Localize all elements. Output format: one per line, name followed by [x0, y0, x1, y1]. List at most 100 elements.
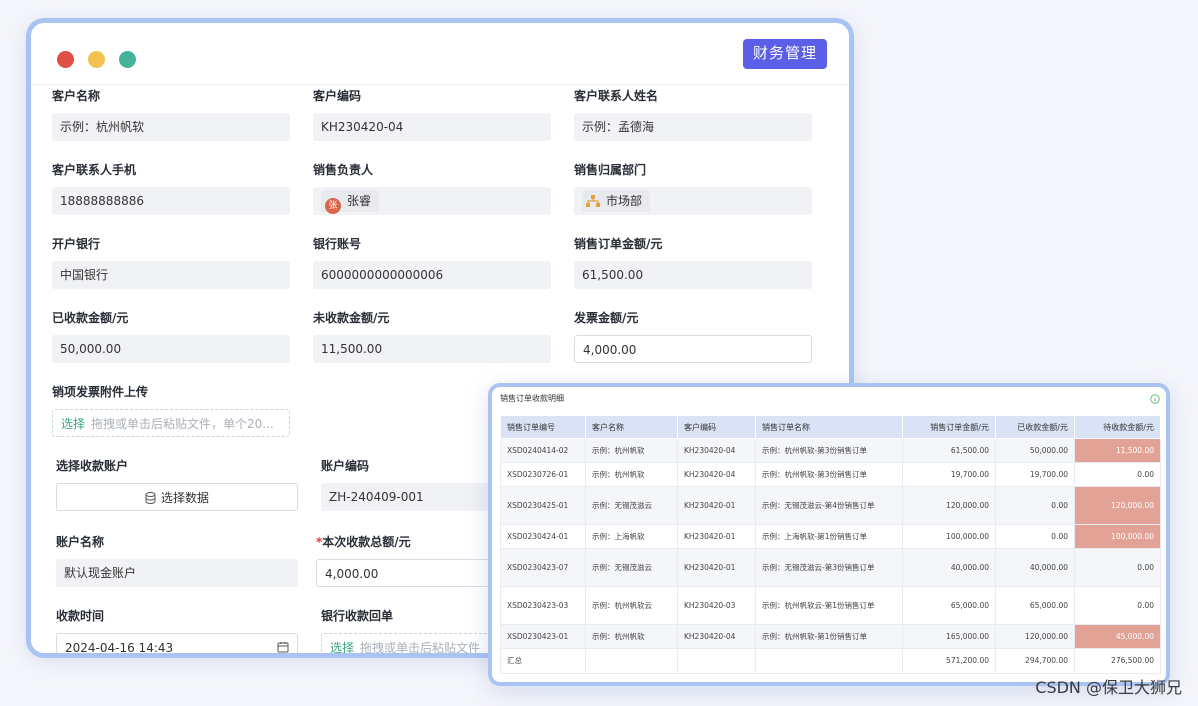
table-cell: 示例：杭州帆软云-第1份销售订单	[755, 586, 903, 625]
table-cell: 165,000.00	[902, 624, 996, 649]
table-cell: 19,700.00	[902, 462, 996, 487]
table-cell: 示例：杭州帆软-第3份销售订单	[755, 438, 903, 463]
table-cell: 120,000.00	[995, 624, 1075, 649]
minimize-window-button[interactable]	[88, 51, 105, 68]
table-row[interactable]: XSD0230425-01 示例：无锡茂滋云 KH230420-01 示例：无锡茂滋云…	[500, 486, 1161, 525]
table-body: XSD0240414-02 示例：杭州帆软 KH230420-04 示例：杭州帆软-第…	[500, 438, 1161, 674]
invoice-upload-dropzone[interactable]: 选择 拖拽或单击后粘贴文件，单个20...	[52, 409, 290, 437]
select-file-link[interactable]: 选择	[61, 417, 85, 431]
table-window-title: 销售订单收款明细	[492, 387, 1166, 413]
dept-tag-label: 市场部	[606, 194, 643, 208]
table-cell: 0.00	[1074, 548, 1161, 587]
avatar: 张	[325, 198, 341, 214]
table-row[interactable]: XSD0230423-07 示例：无锡茂滋云 KH230420-01 示例：无锡茂滋云…	[500, 548, 1161, 587]
bank-field: 开户银行 中国银行	[52, 235, 290, 289]
receive-time-field: 收款时间 2024-04-16 14:43	[56, 607, 298, 653]
table-cell: 示例：杭州帆软云	[585, 586, 678, 625]
table-cell: KH230420-04	[677, 462, 756, 487]
column-header[interactable]: 客户编码	[677, 415, 756, 439]
total-cell	[677, 648, 756, 674]
table-cell: KH230420-04	[677, 438, 756, 463]
table-total-row: 汇总 571,200.00 294,700.00 276,500.00	[500, 648, 1161, 674]
column-header[interactable]: 已收款金额/元	[995, 415, 1075, 439]
field-label: 选择收款账户	[56, 459, 129, 473]
column-header[interactable]: 销售订单金额/元	[902, 415, 996, 439]
table-row[interactable]: XSD0230423-01 示例：杭州帆软 KH230420-04 示例：杭州帆软-第…	[500, 624, 1161, 649]
order-receipt-detail-window: 销售订单收款明细 销售订单编号 客户名称 客户编码 销售订单名称 销售订单金额/元 已收款…	[488, 383, 1170, 686]
contact-phone-field: 客户联系人手机 18888888886	[52, 161, 290, 215]
field-label: 账户名称	[56, 535, 105, 549]
user-tag-label: 张睿	[347, 194, 372, 208]
table-cell: 65,000.00	[902, 586, 996, 625]
unreceived-amount-field: 未收款金额/元 11,500.00	[313, 309, 551, 363]
contact-phone-value: 18888888886	[52, 187, 290, 215]
invoice-amount-field: 发票金额/元 4,000.00	[574, 309, 812, 363]
table-cell: 40,000.00	[995, 548, 1075, 587]
table-cell: 100,000.00	[1074, 524, 1161, 549]
total-cell: 汇总	[500, 648, 586, 674]
table-cell: 120,000.00	[1074, 486, 1161, 525]
column-header[interactable]: 销售订单编号	[500, 415, 586, 439]
close-window-button[interactable]	[57, 51, 74, 68]
table-cell: XSD0240414-02	[500, 438, 586, 463]
select-data-label: 选择数据	[160, 491, 209, 505]
maximize-window-button[interactable]	[119, 51, 136, 68]
table-cell: XSD0230423-01	[500, 624, 586, 649]
table-cell: 0.00	[995, 486, 1075, 525]
select-data-button[interactable]: 选择数据	[56, 483, 298, 511]
table-cell: 示例：无锡茂滋云	[585, 486, 678, 525]
org-chart-icon	[586, 195, 600, 207]
table-cell: KH230420-01	[677, 524, 756, 549]
upload-hint: 拖拽或单击后粘贴文件，单个20...	[91, 417, 274, 431]
field-label: 未收款金额/元	[313, 311, 390, 325]
calendar-icon[interactable]	[277, 641, 289, 653]
table-cell: 示例：上海帆软-第1份销售订单	[755, 524, 903, 549]
column-header[interactable]: 销售订单名称	[755, 415, 903, 439]
receive-time-input[interactable]: 2024-04-16 14:43	[56, 633, 298, 653]
sales-owner-field: 销售负责人 张张睿	[313, 161, 551, 215]
table-row[interactable]: XSD0240414-02 示例：杭州帆软 KH230420-04 示例：杭州帆软-第…	[500, 438, 1161, 463]
column-header[interactable]: 客户名称	[585, 415, 678, 439]
total-cell: 276,500.00	[1074, 648, 1161, 674]
invoice-upload-field: 销项发票附件上传 选择 拖拽或单击后粘贴文件，单个20...	[52, 383, 290, 437]
dept-tag[interactable]: 市场部	[582, 190, 651, 212]
sales-dept-value[interactable]: 市场部	[574, 187, 812, 215]
table-cell: 40,000.00	[902, 548, 996, 587]
table-cell: 120,000.00	[902, 486, 996, 525]
table-cell: 0.00	[1074, 462, 1161, 487]
user-tag[interactable]: 张张睿	[321, 190, 380, 214]
table-cell: 50,000.00	[995, 438, 1075, 463]
order-amount-value: 61,500.00	[574, 261, 812, 289]
contact-name-field: 客户联系人姓名 示例：孟德海	[574, 87, 812, 141]
field-label: 销项发票附件上传	[52, 385, 149, 399]
table-row[interactable]: XSD0230423-03 示例：杭州帆软云 KH230420-03 示例：杭州帆软云…	[500, 586, 1161, 625]
table-cell: 100,000.00	[902, 524, 996, 549]
table-cell: 示例：杭州帆软	[585, 438, 678, 463]
order-receipt-table: 销售订单编号 客户名称 客户编码 销售订单名称 销售订单金额/元 已收款金额/元 待收款金额…	[500, 415, 1161, 674]
table-cell: 11,500.00	[1074, 438, 1161, 463]
table-row[interactable]: XSD0230726-01 示例：杭州帆软 KH230420-04 示例：杭州帆软-第…	[500, 462, 1161, 487]
finance-module-button[interactable]: 财务管理	[742, 39, 827, 69]
table-row[interactable]: XSD0230424-01 示例：上海帆软 KH230420-01 示例：上海帆软-第…	[500, 524, 1161, 549]
table-cell: XSD0230424-01	[500, 524, 586, 549]
contact-name-value: 示例：孟德海	[574, 113, 812, 141]
field-label: 销售负责人	[313, 163, 374, 177]
column-header[interactable]: 待收款金额/元	[1074, 415, 1161, 439]
customer-code-field: 客户编码 KH230420-04	[313, 87, 551, 141]
table-cell: KH230420-01	[677, 548, 756, 587]
field-label: 客户名称	[52, 89, 101, 103]
total-cell: 294,700.00	[995, 648, 1075, 674]
invoice-amount-input[interactable]: 4,000.00	[574, 335, 812, 363]
table-cell: XSD0230726-01	[500, 462, 586, 487]
table-cell: 61,500.00	[902, 438, 996, 463]
select-file-link[interactable]: 选择	[330, 641, 354, 653]
field-label: 客户联系人手机	[52, 163, 137, 177]
info-icon[interactable]	[1150, 394, 1160, 404]
table-cell: 示例：杭州帆软-第3份销售订单	[755, 462, 903, 487]
sales-owner-value[interactable]: 张张睿	[313, 187, 551, 215]
table-cell: 65,000.00	[995, 586, 1075, 625]
window-titlebar: 财务管理	[31, 23, 849, 85]
field-label: 已收款金额/元	[52, 311, 129, 325]
field-label: 销售订单金额/元	[574, 237, 663, 251]
table-title: 销售订单收款明细	[500, 394, 564, 403]
